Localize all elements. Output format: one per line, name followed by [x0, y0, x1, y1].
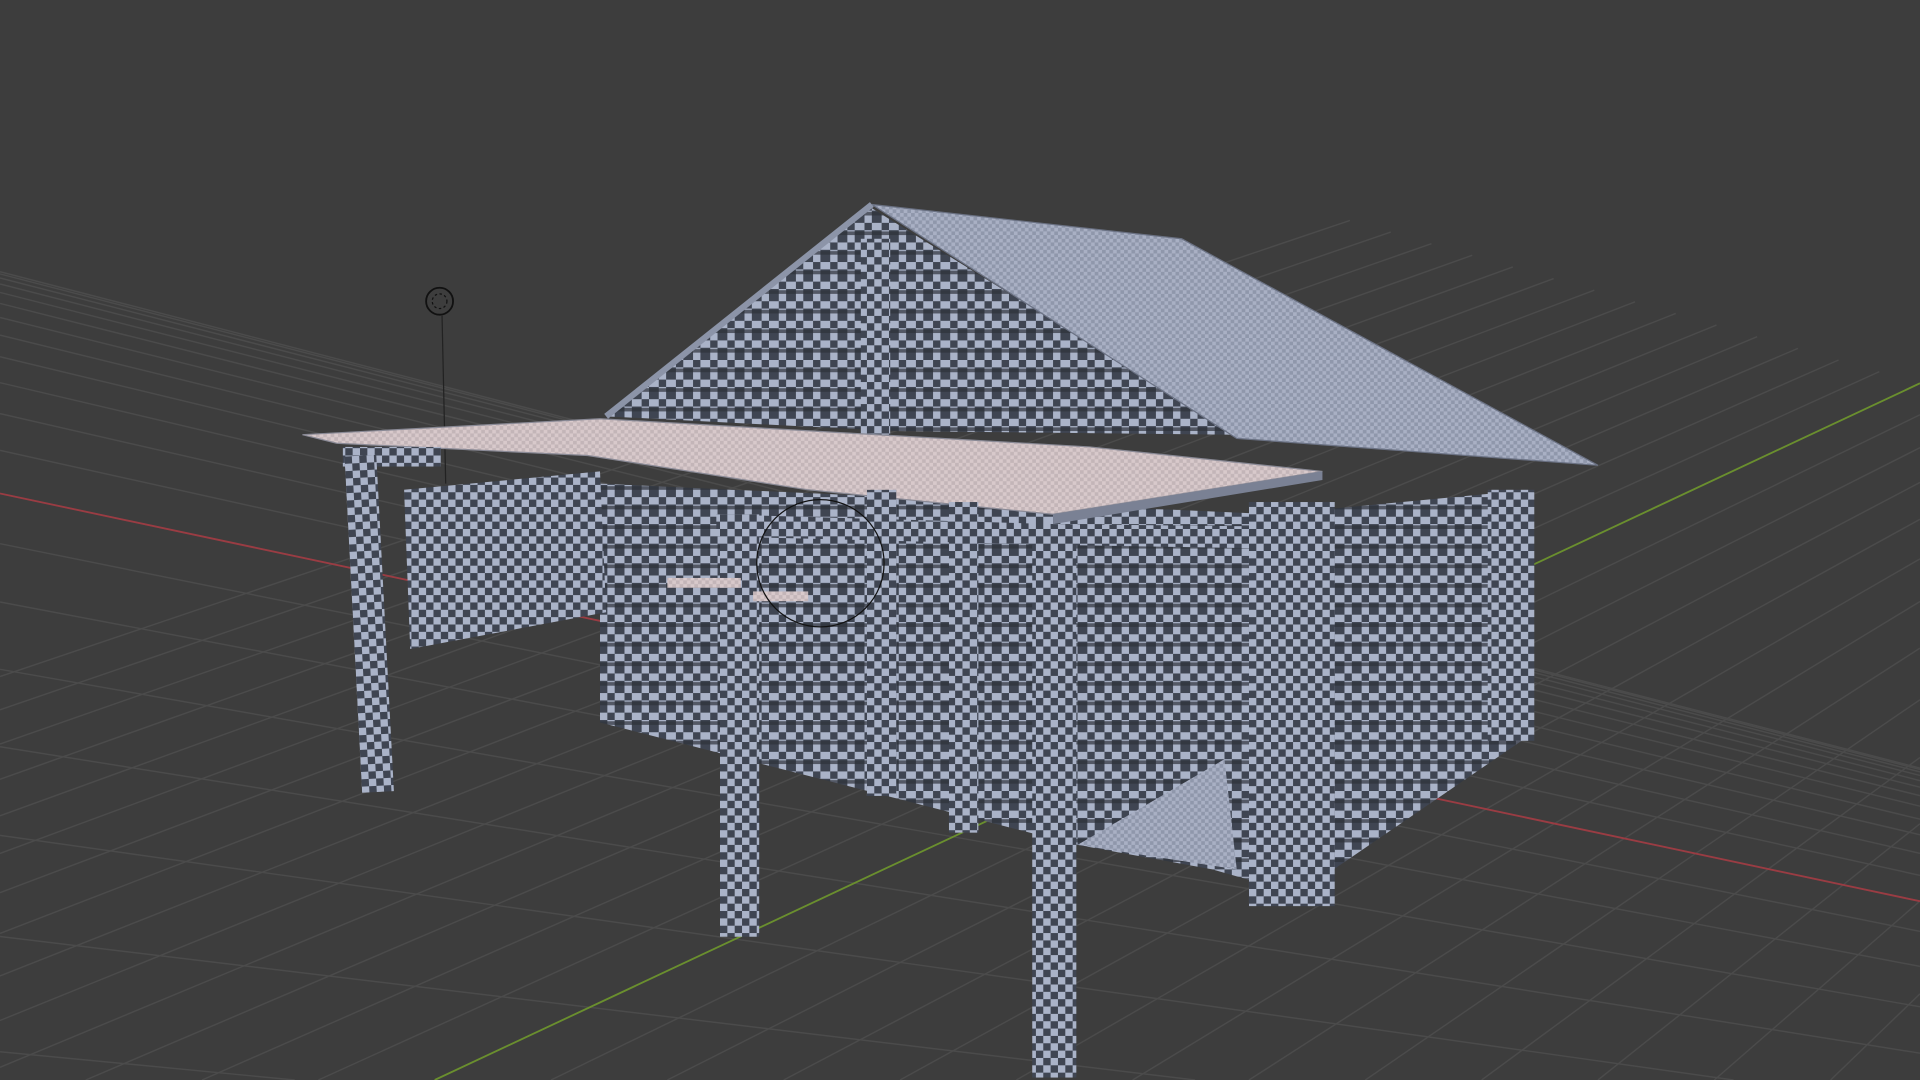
grid-line — [0, 1050, 295, 1080]
log-cabin-mesh[interactable] — [302, 202, 1599, 1078]
3d-viewport[interactable] — [0, 0, 1920, 1080]
viewport-scene[interactable] — [0, 0, 1920, 1080]
grid-line — [1713, 900, 1920, 1080]
grid-line — [1830, 993, 1920, 1080]
